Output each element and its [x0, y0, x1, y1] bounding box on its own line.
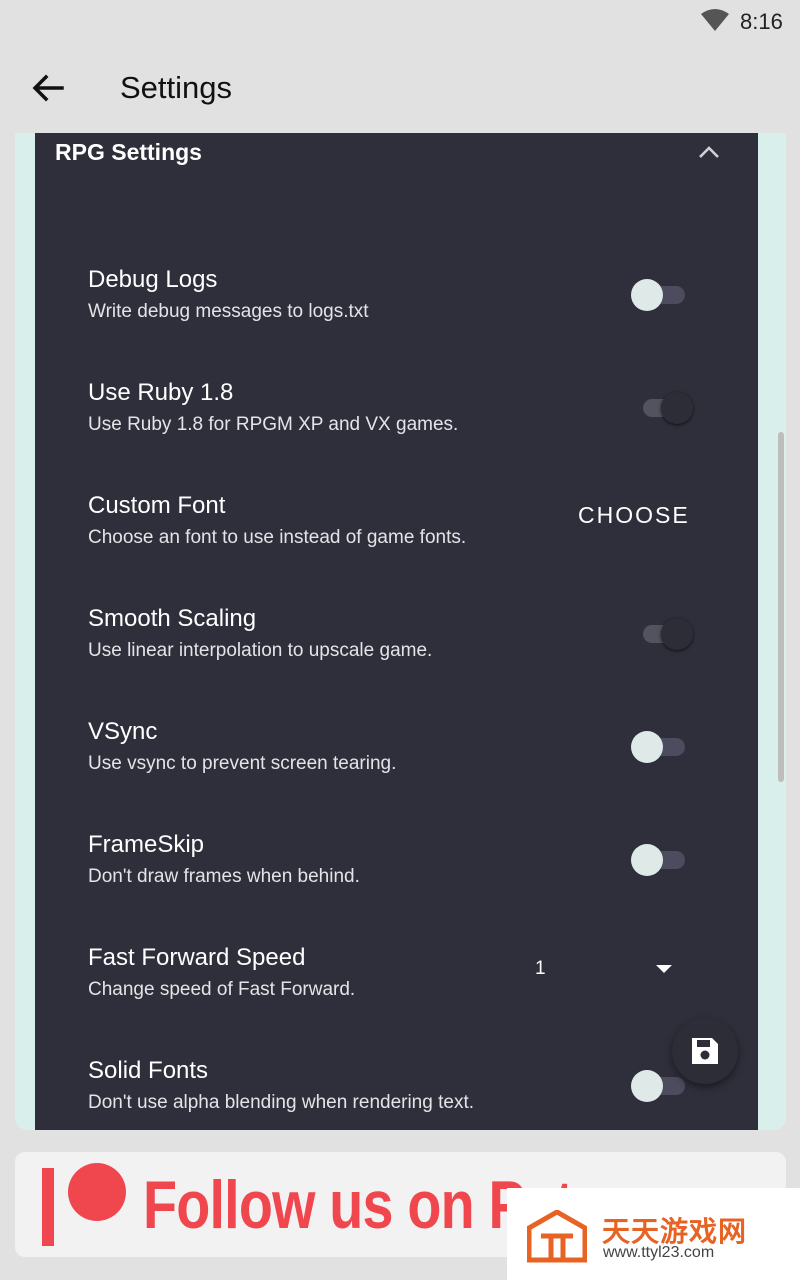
setting-smooth-scaling: Smooth Scaling Use linear interpolation … — [35, 605, 758, 705]
setting-title: Solid Fonts — [88, 1057, 209, 1084]
setting-debug-logs: Debug Logs Write debug messages to logs.… — [35, 266, 758, 366]
setting-subtitle: Don't draw frames when behind. — [88, 866, 360, 887]
save-icon — [692, 1038, 718, 1064]
setting-fast-forward-speed: Fast Forward Speed Change speed of Fast … — [35, 944, 758, 1044]
app-bar: Settings — [0, 44, 800, 132]
setting-frameskip: FrameSkip Don't draw frames when behind. — [35, 831, 758, 931]
choose-font-button[interactable]: CHOOSE — [578, 502, 690, 529]
scrollbar[interactable] — [778, 432, 784, 782]
setting-solid-fonts: Solid Fonts Don't use alpha blending whe… — [35, 1057, 758, 1130]
smooth-scaling-toggle[interactable] — [631, 617, 693, 650]
setting-title: Debug Logs — [88, 266, 218, 293]
section-title: RPG Settings — [55, 139, 202, 165]
setting-title: FrameSkip — [88, 831, 205, 858]
setting-custom-font: Custom Font Choose an font to use instea… — [35, 492, 758, 592]
setting-title: VSync — [88, 718, 158, 745]
watermark: 天天游戏网 www.ttyl23.com — [507, 1188, 800, 1280]
setting-subtitle: Don't use alpha blending when rendering … — [88, 1092, 475, 1113]
frameskip-toggle[interactable] — [631, 843, 691, 876]
patreon-logo-icon — [42, 1163, 126, 1246]
wifi-icon — [701, 9, 729, 31]
vsync-toggle[interactable] — [631, 730, 691, 763]
debug-logs-toggle[interactable] — [631, 278, 691, 311]
setting-title: Fast Forward Speed — [88, 944, 306, 971]
arrow-back-icon[interactable] — [28, 70, 68, 106]
setting-title: Custom Font — [88, 492, 226, 519]
use-ruby-toggle[interactable] — [631, 391, 693, 424]
setting-subtitle: Use vsync to prevent screen tearing. — [88, 753, 397, 774]
setting-title: Smooth Scaling — [88, 605, 257, 632]
setting-subtitle: Choose an font to use instead of game fo… — [88, 527, 467, 548]
page-title: Settings — [120, 70, 233, 105]
chevron-up-icon[interactable] — [695, 141, 723, 163]
setting-use-ruby: Use Ruby 1.8 Use Ruby 1.8 for RPGM XP an… — [35, 379, 758, 479]
status-time: 8:16 — [740, 9, 783, 34]
rpg-settings-panel: RPG Settings Debug Logs Write debug mess… — [35, 133, 758, 1130]
setting-subtitle: Use linear interpolation to upscale game… — [88, 640, 433, 661]
setting-vsync: VSync Use vsync to prevent screen tearin… — [35, 718, 758, 818]
watermark-logo-icon — [527, 1210, 587, 1263]
setting-subtitle: Use Ruby 1.8 for RPGM XP and VX games. — [88, 414, 459, 435]
setting-title: Use Ruby 1.8 — [88, 379, 234, 406]
setting-subtitle: Change speed of Fast Forward. — [88, 979, 356, 1000]
save-button[interactable] — [672, 1018, 738, 1084]
fast-forward-speed-select[interactable]: 1 — [535, 958, 546, 980]
setting-subtitle: Write debug messages to logs.txt — [88, 301, 369, 322]
watermark-url: www.ttyl23.com — [603, 1244, 715, 1261]
dropdown-arrow-icon[interactable] — [655, 964, 673, 974]
status-bar: 8:16 — [0, 0, 800, 44]
settings-card: RPG Settings Debug Logs Write debug mess… — [15, 133, 786, 1130]
